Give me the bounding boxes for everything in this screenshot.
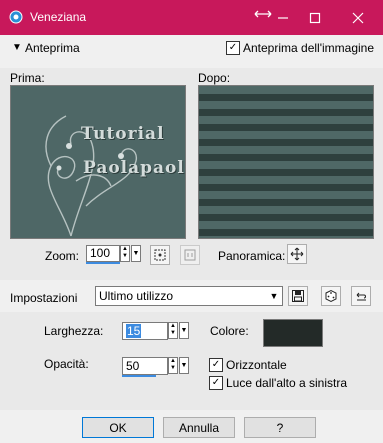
blind-shadow <box>199 199 373 206</box>
app-icon <box>8 9 24 25</box>
save-preset-button[interactable] <box>288 286 308 306</box>
blind-slat <box>199 101 373 109</box>
zoom-actual-size-button[interactable] <box>180 245 200 265</box>
blind-shadow <box>199 139 373 146</box>
light-top-left-label: Luce dall'alto a sinistra <box>226 376 348 390</box>
blind-slat <box>199 161 373 169</box>
blind-shadow <box>199 229 373 236</box>
horizontal-checkbox[interactable]: ✓ <box>209 358 223 372</box>
zoom-fit-button[interactable] <box>150 245 170 265</box>
blind-shadow <box>199 154 373 161</box>
width-input[interactable]: 15 <box>122 322 168 340</box>
dice-icon <box>325 289 337 303</box>
zoom-input[interactable]: 100 <box>86 245 120 262</box>
pan-label: Panoramica: <box>218 249 286 263</box>
help-button[interactable]: ? <box>244 417 316 438</box>
window-title: Veneziana <box>30 10 87 24</box>
reset-arrow-icon <box>356 292 366 301</box>
blind-slat <box>199 131 373 139</box>
move-arrows-icon <box>290 247 304 261</box>
blind-slat <box>199 191 373 199</box>
after-label: Dopo: <box>198 71 231 85</box>
color-swatch[interactable] <box>263 319 323 347</box>
reset-preset-button[interactable] <box>351 286 371 306</box>
random-preset-button[interactable] <box>321 286 341 306</box>
zoom-spinner[interactable]: ▲ ▼ <box>120 245 130 262</box>
preview-toggle-label[interactable]: Anteprima <box>25 41 80 55</box>
presets-select[interactable]: Ultimo utilizzo ▼ <box>95 286 283 306</box>
blinds-stripes <box>199 86 373 238</box>
opacity-label: Opacità: <box>44 357 89 371</box>
blind-slat <box>199 86 373 94</box>
blind-slat <box>199 116 373 124</box>
blind-slat <box>199 146 373 154</box>
blind-shadow <box>199 169 373 176</box>
before-label: Prima: <box>10 71 45 85</box>
maximize-button[interactable] <box>300 6 330 30</box>
watermark-line2: Paolapaola <box>83 158 186 178</box>
blind-shadow <box>199 94 373 101</box>
after-preview[interactable] <box>198 85 374 239</box>
horizontal-label: Orizzontale <box>226 358 287 372</box>
light-top-left-checkbox[interactable]: ✓ <box>209 376 223 390</box>
width-spinner[interactable]: ▲ ▼ <box>168 322 178 339</box>
pan-button[interactable] <box>287 244 307 264</box>
before-preview[interactable]: Tutorial Paolapaola <box>10 85 186 239</box>
minimize-icon <box>278 17 288 19</box>
blind-shadow <box>199 184 373 191</box>
blind-shadow <box>199 109 373 116</box>
blind-slat <box>199 221 373 229</box>
close-button[interactable] <box>343 6 373 30</box>
preview-image-checkbox[interactable]: ✓ <box>226 41 240 55</box>
close-icon <box>352 12 364 24</box>
watermark-line1: Tutorial <box>81 124 165 144</box>
blind-shadow <box>199 124 373 131</box>
blind-slat <box>199 206 373 214</box>
opacity-input[interactable]: 50 <box>122 357 168 375</box>
presets-selected-value: Ultimo utilizzo <box>99 289 174 303</box>
zoom-fit-icon <box>154 249 166 261</box>
zoom-dropdown-arrow-icon[interactable]: ▼ <box>131 245 141 262</box>
maximize-icon <box>309 12 321 24</box>
opacity-dropdown-arrow-icon[interactable]: ▼ <box>179 357 189 374</box>
save-icon <box>292 290 304 302</box>
color-label: Colore: <box>210 324 249 338</box>
zoom-slider[interactable] <box>86 262 120 264</box>
chevron-down-icon[interactable]: ▼ <box>266 287 282 305</box>
presets-label: Impostazioni <box>10 291 78 305</box>
width-value: 15 <box>126 324 142 338</box>
opacity-spinner[interactable]: ▲ ▼ <box>168 357 178 374</box>
opacity-slider[interactable] <box>122 375 156 377</box>
zoom-label: Zoom: <box>45 249 80 263</box>
ok-button[interactable]: OK <box>82 417 154 438</box>
collapse-arrow-icon[interactable]: ▼ <box>12 42 22 53</box>
blind-slat <box>199 176 373 184</box>
blind-shadow <box>199 214 373 221</box>
width-dropdown-arrow-icon[interactable]: ▼ <box>179 322 189 339</box>
width-label: Larghezza: <box>44 324 104 338</box>
minimize-button[interactable] <box>268 6 298 30</box>
blind-slat <box>199 236 373 238</box>
preview-image-label: Anteprima dell'immagine <box>243 41 375 55</box>
actual-size-icon <box>184 249 196 261</box>
cancel-button[interactable]: Annulla <box>163 417 235 438</box>
